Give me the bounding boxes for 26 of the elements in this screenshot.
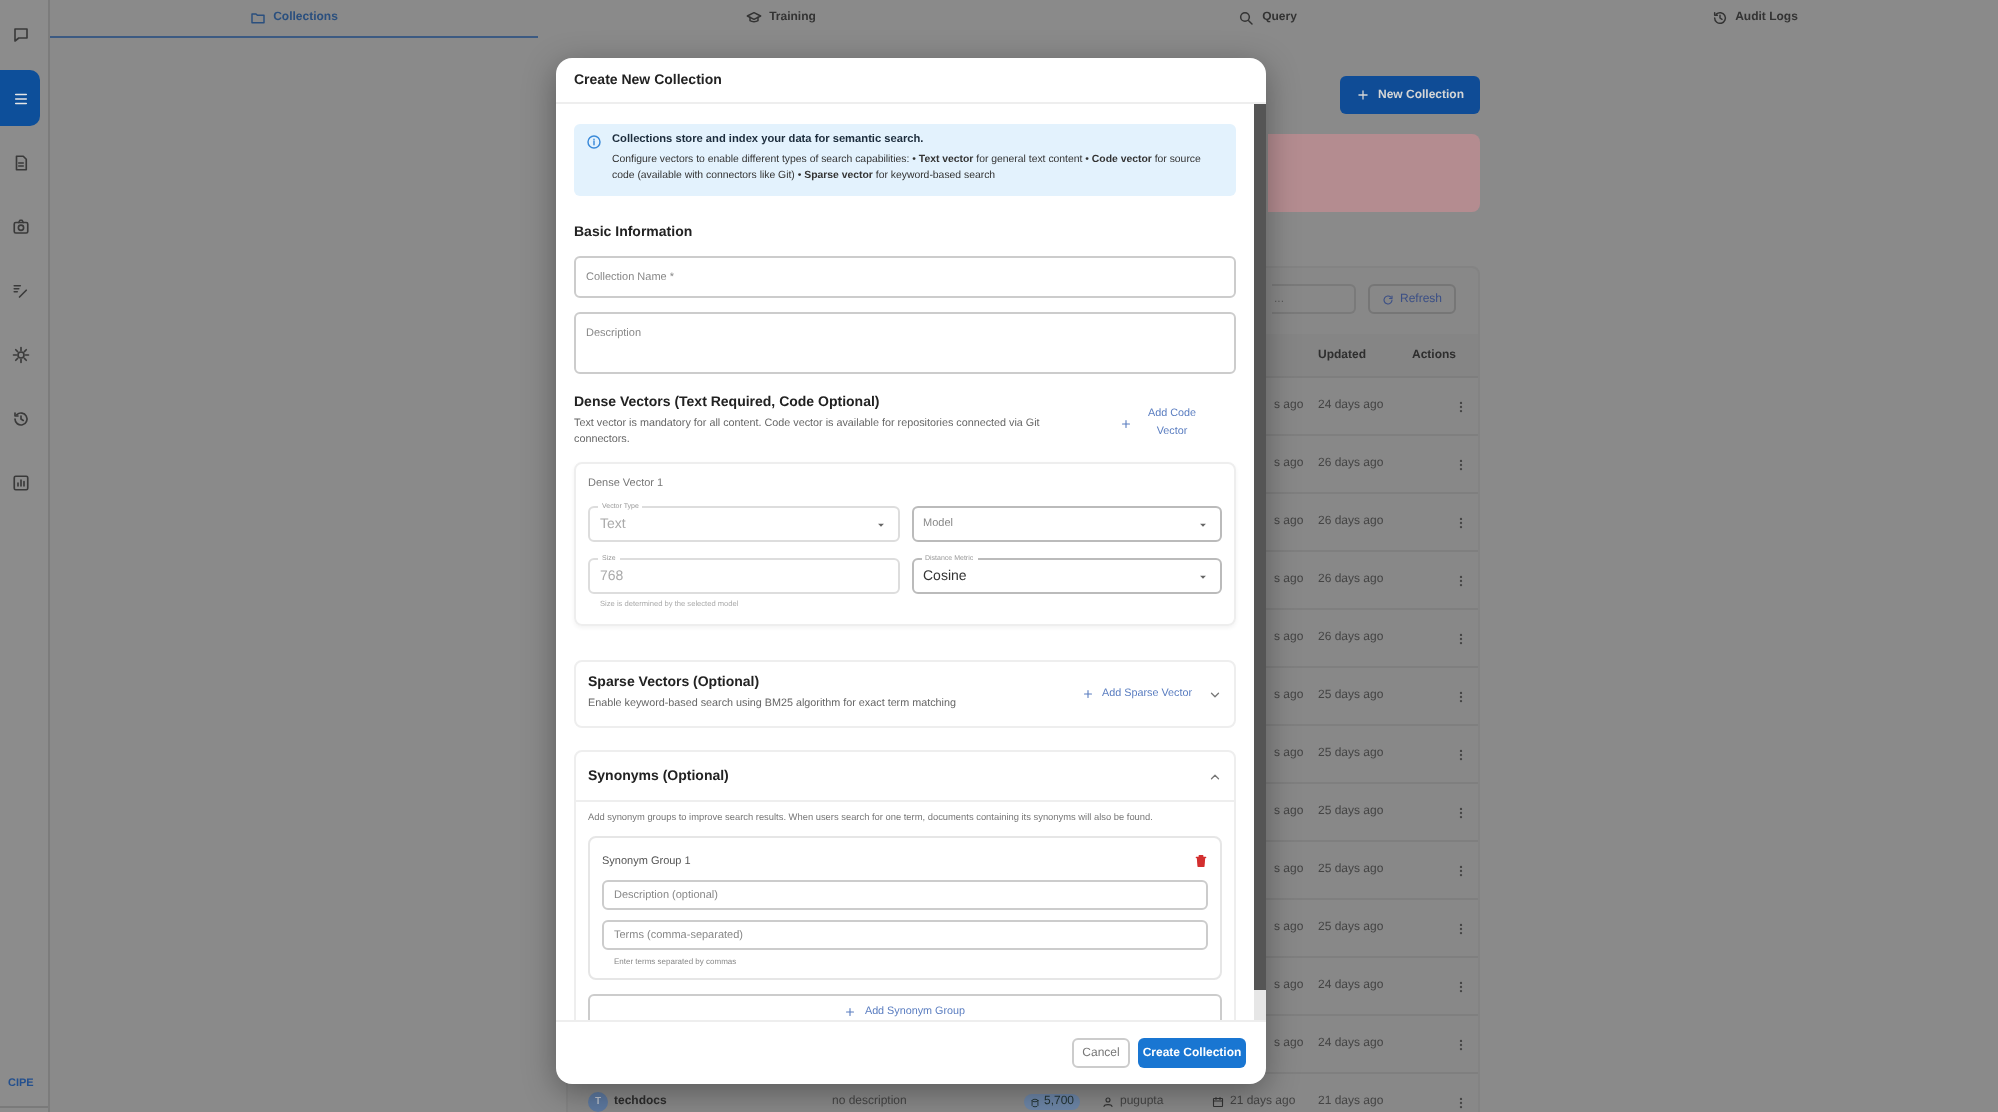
list-icon <box>11 89 29 107</box>
chevron-up-icon[interactable] <box>1208 769 1222 783</box>
plus-icon <box>1082 688 1095 700</box>
sidebar-item[interactable] <box>0 70 40 126</box>
camera-icon <box>11 217 29 235</box>
scrollbar[interactable] <box>1254 104 1266 1020</box>
calendar-icon <box>1212 1096 1224 1108</box>
search-icon <box>1238 10 1255 26</box>
person-icon <box>1102 1096 1114 1108</box>
refresh-icon <box>1382 293 1394 305</box>
history-icon <box>1711 10 1728 26</box>
chat-icon <box>11 25 29 43</box>
document-icon <box>11 153 29 171</box>
info-icon <box>586 134 602 150</box>
plus-icon <box>1355 88 1370 102</box>
history-icon <box>11 409 29 427</box>
database-icon <box>1030 1097 1040 1107</box>
graduation-cap-icon <box>745 10 762 26</box>
plus-icon <box>844 1006 857 1018</box>
chart-icon <box>11 473 29 491</box>
folder-icon <box>249 10 266 26</box>
plus-icon <box>1120 418 1132 430</box>
chevron-down-icon[interactable] <box>1208 687 1222 701</box>
edit-icon <box>11 281 29 299</box>
delete-icon[interactable] <box>1194 854 1208 868</box>
settings-icon <box>11 345 29 363</box>
